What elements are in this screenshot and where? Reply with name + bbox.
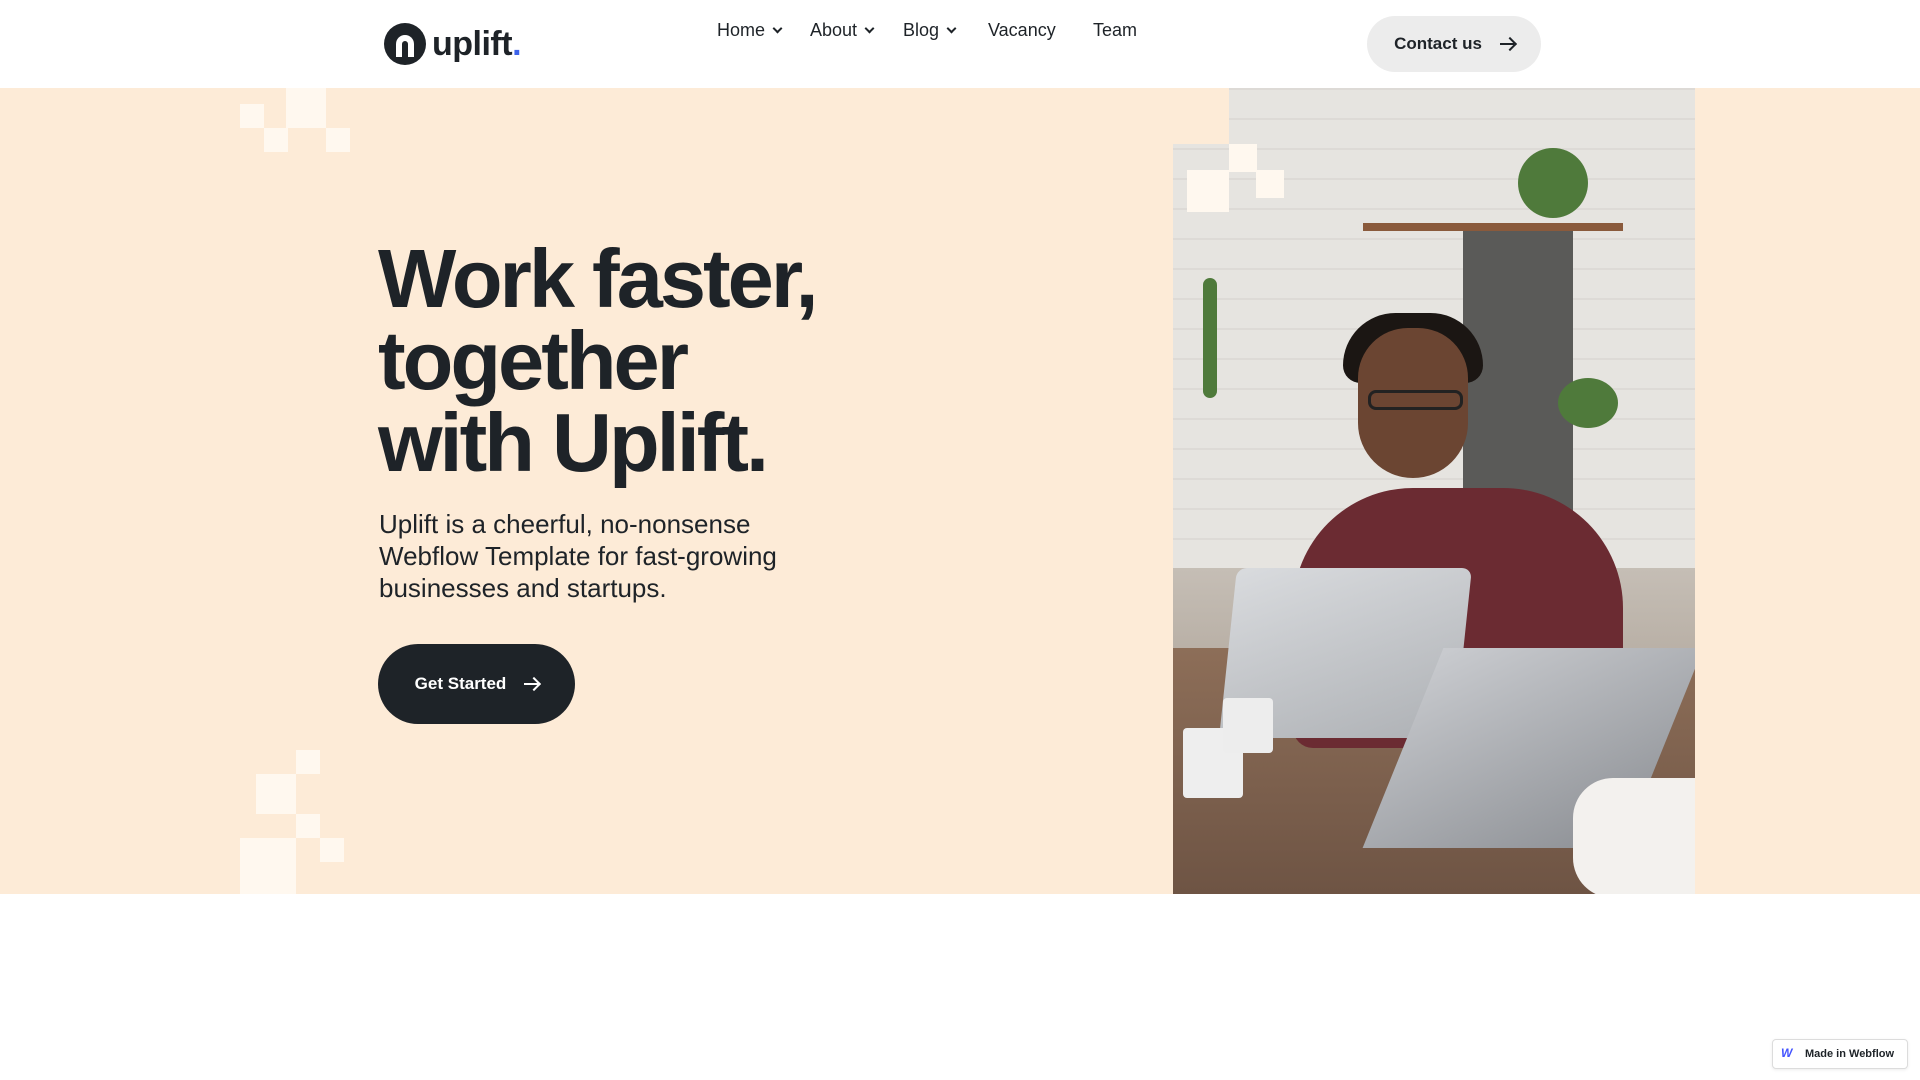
photo-pot bbox=[1223, 698, 1273, 753]
photo-hand bbox=[1573, 778, 1695, 894]
hero-section: Work faster, together with Uplift. Uplif… bbox=[0, 88, 1920, 894]
photo-person-glasses bbox=[1368, 390, 1463, 410]
nav-item-home-label: Home bbox=[717, 19, 766, 40]
arrow-right-icon bbox=[1499, 43, 1514, 45]
pixel-decoration bbox=[286, 88, 326, 128]
photo-plant bbox=[1203, 278, 1217, 398]
pixel-decoration bbox=[1173, 88, 1229, 144]
pixel-decoration bbox=[264, 128, 288, 152]
pixel-decoration bbox=[240, 104, 264, 128]
pixel-decoration bbox=[326, 128, 350, 152]
get-started-button[interactable]: Get Started bbox=[378, 644, 575, 724]
hero-title-line-2: together bbox=[378, 314, 689, 407]
contact-us-label: Contact us bbox=[1394, 34, 1482, 53]
chevron-down-icon bbox=[946, 23, 957, 33]
logo-dot: . bbox=[512, 24, 522, 63]
hero-subtitle: Uplift is a cheerful, no-nonsense Webflo… bbox=[379, 509, 777, 603]
logo-text: uplift. bbox=[432, 24, 522, 63]
nav-item-vacancy[interactable]: Vacancy bbox=[988, 20, 1056, 41]
nav-item-team[interactable]: Team bbox=[1093, 20, 1137, 41]
get-started-label: Get Started bbox=[414, 674, 507, 693]
photo-shelf bbox=[1363, 223, 1623, 231]
nav-item-about-label: About bbox=[810, 19, 858, 40]
site-header: uplift. Home About Blog Vacancy Team Con… bbox=[0, 0, 1920, 88]
pixel-decoration bbox=[256, 774, 296, 814]
pixel-decoration bbox=[1187, 170, 1229, 212]
webflow-icon bbox=[1781, 1046, 1797, 1060]
contact-us-button[interactable]: Contact us bbox=[1367, 16, 1541, 72]
nav-item-vacancy-label: Vacancy bbox=[988, 19, 1056, 40]
photo-door bbox=[1463, 228, 1573, 528]
chevron-down-icon bbox=[864, 23, 875, 33]
hero-photo bbox=[1173, 88, 1695, 894]
logo-mark-icon bbox=[384, 23, 426, 65]
pixel-decoration bbox=[1256, 170, 1284, 198]
nav-item-home[interactable]: Home bbox=[717, 19, 783, 41]
nav-item-about[interactable]: About bbox=[810, 19, 875, 41]
nav-item-blog-label: Blog bbox=[903, 19, 940, 40]
hero-title-line-1: Work faster, bbox=[378, 232, 819, 325]
pixel-decoration bbox=[296, 814, 320, 838]
photo-plant bbox=[1558, 378, 1618, 428]
logo[interactable]: uplift. bbox=[384, 22, 522, 66]
pixel-decoration bbox=[240, 838, 296, 894]
hero-title-line-3: with Uplift. bbox=[378, 396, 769, 489]
pixel-decoration bbox=[296, 750, 320, 774]
pixel-decoration bbox=[320, 838, 344, 862]
chevron-down-icon bbox=[772, 23, 783, 33]
made-in-webflow-badge[interactable]: Made in Webflow bbox=[1772, 1039, 1908, 1069]
photo-plant bbox=[1518, 148, 1588, 218]
nav-item-blog[interactable]: Blog bbox=[903, 19, 957, 41]
arrow-right-icon bbox=[524, 683, 539, 685]
pixel-decoration bbox=[1229, 144, 1257, 172]
made-in-webflow-label: Made in Webflow bbox=[1805, 1048, 1895, 1060]
nav-item-team-label: Team bbox=[1093, 19, 1138, 40]
hero-title: Work faster, together with Uplift. bbox=[378, 232, 938, 489]
